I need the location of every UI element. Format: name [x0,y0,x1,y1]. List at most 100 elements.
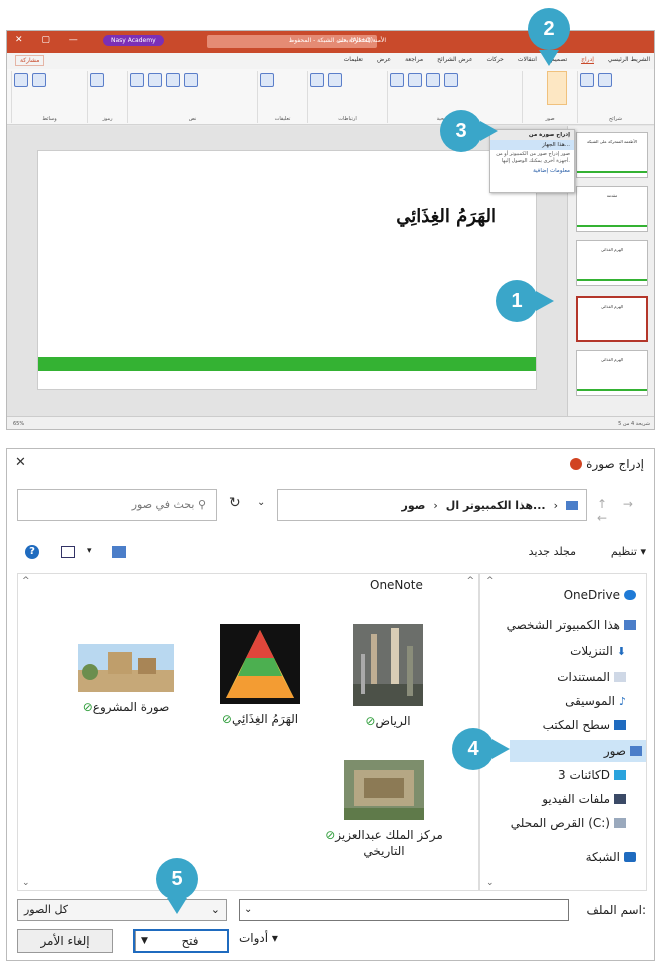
scroll-up-icon[interactable]: ^ [22,576,30,586]
drive-icon [614,818,626,828]
pictures-icon [630,746,642,756]
window-controls[interactable]: ✕ ▢ — [15,35,86,45]
file-list[interactable]: ^ ⌄ ^ OneNote ⊘الرياض ⊘الهَرَمُ الغِذَائ… [17,573,479,891]
tab[interactable]: الشريط الرئيسي [608,56,650,64]
navigation-bar: بحث في صور ⚲ ↻ ⌄ › هذا الكمبيوتر ال... ›… [7,489,655,525]
ribbon-group-text[interactable]: نص [127,71,257,123]
ribbon-group-symbols[interactable]: رموز [87,71,127,123]
tab[interactable]: مراجعة [405,56,423,64]
filename-input[interactable]: ⌄ [239,899,569,921]
file-item[interactable]: ⊘الهَرَمُ الغِذَائِي [200,624,320,727]
address-bar[interactable]: › هذا الكمبيوتر ال... › صور [277,489,587,521]
new-slide-icon [580,73,594,87]
file-item[interactable]: ⊘صورة المشروع [66,644,186,715]
slide-thumbnail-selected[interactable]: الهرم الغذائي [576,296,648,342]
slide-thumbnail[interactable]: الهرم الغذائي [576,350,648,396]
sidebar-item-downloads[interactable]: ⬇ التنزيلات [570,644,626,658]
sidebar-item-onedrive[interactable]: OneDrive [564,588,636,602]
tools-menu[interactable]: أدوات ▾ [239,931,278,945]
tab[interactable]: إدراج [581,56,594,64]
sidebar-item-this-pc[interactable]: هذا الكمبيوتر الشخصي [507,618,636,632]
tab[interactable]: انتقالات [518,56,537,64]
ribbon-group-comments[interactable]: تعليقات [257,71,307,123]
sidebar-item-music[interactable]: ♪ الموسيقى [565,694,626,708]
step-marker-2: 2 [528,8,570,50]
chevron-down-icon[interactable]: ⌄ [244,904,252,915]
open-button[interactable]: ▼ فتح [133,929,229,953]
help-icon[interactable]: ? [25,545,39,559]
3d-models-icon [426,73,440,87]
dialog-title: إدراج صورة [570,457,644,471]
breadcrumb-pictures[interactable]: صور [402,499,426,512]
video-icon [614,794,626,804]
current-slide[interactable]: الهَرَمُ الغِذَائِي [37,150,537,390]
computer-icon [624,620,636,630]
share-button[interactable]: مشاركة [15,55,45,66]
cancel-button[interactable]: إلغاء الأمر [17,929,113,953]
this-device-option[interactable]: هذا الجهاز... [490,140,574,150]
new-folder-button[interactable]: مجلد جديد [529,545,576,558]
ribbon-group-links[interactable]: ارتباطات [307,71,387,123]
tab[interactable]: عرض [377,56,391,64]
powerpoint-icon [570,458,583,470]
documents-icon [614,672,626,682]
nav-arrows[interactable]: ↑ → ← [597,497,655,525]
sidebar-item-network[interactable]: الشبكة [586,850,636,864]
ribbon-group-slides[interactable]: شرائح [577,71,653,123]
view-options-icon[interactable]: ▾ [87,546,92,556]
sync-check-icon: ⊘ [221,712,232,726]
refresh-icon[interactable]: ↻ [229,495,241,511]
sidebar-item-videos[interactable]: ملفات الفيديو [542,792,626,806]
ribbon-group-media[interactable]: وسائط [11,71,87,123]
tab[interactable]: تعليمات [344,56,363,64]
file-item[interactable]: ⊘الرياض [328,624,448,729]
dropdown-description: صور إدراج صور من الكمبيوتر أو من أجهزة أ… [496,151,570,164]
sidebar-item-local-disk[interactable]: القرص المحلي (C:) [511,816,626,830]
sync-check-icon: ⊘ [82,700,93,714]
slide-title[interactable]: الهَرَمُ الغِذَائِي [396,206,496,227]
account-badge[interactable]: Nasy Academy [103,35,164,46]
chevron-down-icon[interactable]: ⌄ [257,497,265,508]
view-mode-icon[interactable] [112,546,126,558]
preview-pane-icon[interactable] [61,546,75,558]
wordart-icon [166,73,180,87]
scroll-down-icon[interactable]: ⌄ [22,878,30,888]
icons-icon [408,73,422,87]
images-button[interactable] [547,71,567,105]
step-marker-3: 3 [440,110,482,152]
image-thumbnail-riyadh [353,624,423,706]
sidebar-item-documents[interactable]: المستندات [557,670,626,684]
slide-counter: شريحة 4 من 5 [618,421,650,427]
step-arrow-2 [539,50,559,66]
sync-check-icon: ⊘ [365,714,376,728]
slide-thumbnail[interactable]: الأطعمة المتحركة على الشبكة [576,132,648,178]
organize-button[interactable]: تنظيم ▾ [611,545,646,558]
more-info-link[interactable]: معلومات إضافية [490,166,574,176]
link-icon [310,73,324,87]
image-thumbnail-pyramid [220,624,300,704]
slide-thumbnail[interactable]: الهرم الغذائي [576,240,648,286]
folder-label-onenote[interactable]: OneNote [370,578,423,592]
file-item[interactable]: ⊘مركز الملك عبدالعزيز التاريخي [324,760,444,859]
filename-label: اسم الملف: [586,903,646,917]
sidebar-item-3d-objects[interactable]: كائنات 3D [558,768,626,782]
folder-icon [566,500,578,510]
slide-editor[interactable]: الهَرَمُ الغِذَائِي [7,126,567,416]
tab[interactable]: حركات [487,56,504,64]
open-options-icon[interactable]: ▼ [135,931,153,951]
breadcrumb-this-pc[interactable]: هذا الكمبيوتر ال... [446,499,546,512]
scroll-up-icon[interactable]: ^ [486,576,494,586]
zoom-level[interactable]: 65% [13,421,24,427]
close-icon[interactable]: ✕ [15,455,26,470]
sync-check-icon: ⊘ [325,828,336,842]
scroll-down-icon[interactable]: ⌄ [486,878,494,888]
slide-thumbnail[interactable]: مقدمة [576,186,648,232]
tab[interactable]: عرض الشرائح [437,56,472,64]
search-input[interactable]: بحث في صور ⚲ [17,489,217,521]
window-title: الأمنة المتحركة على الشبكة - المحفوظ [288,37,386,44]
scroll-up-icon[interactable]: ^ [466,576,474,586]
file-type-select[interactable]: كل الصور ⌄ [17,899,227,921]
sidebar-item-desktop[interactable]: سطح المكتب [543,718,626,732]
shapes-icon [390,73,404,87]
sidebar-item-pictures[interactable]: صور [510,740,646,762]
